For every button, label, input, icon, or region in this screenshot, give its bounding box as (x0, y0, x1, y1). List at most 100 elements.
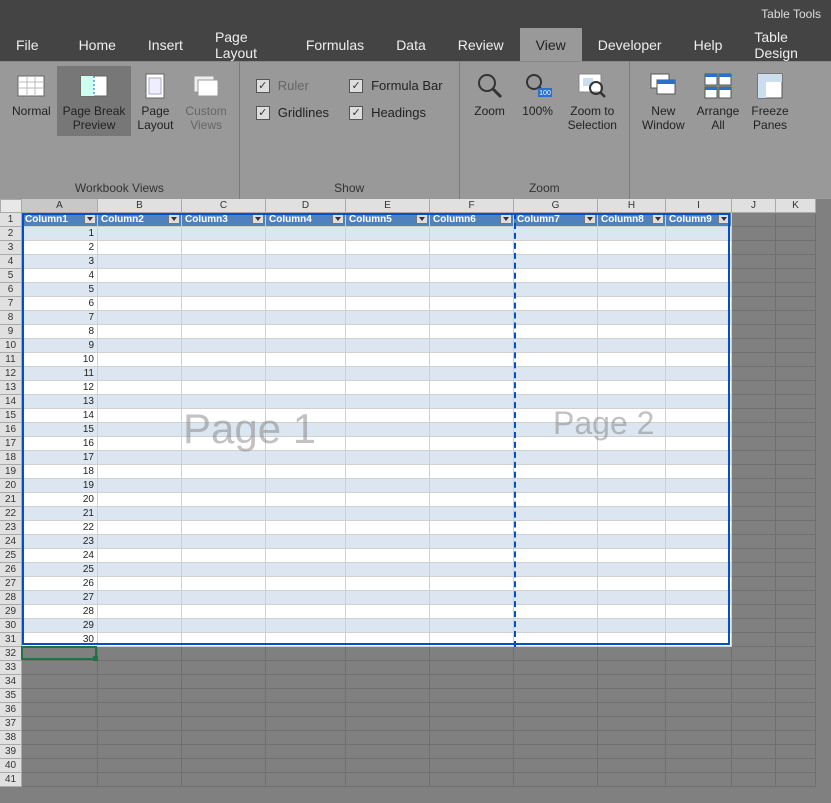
cell[interactable] (776, 423, 816, 437)
cell[interactable] (182, 675, 266, 689)
cell[interactable] (598, 255, 666, 269)
cell[interactable]: Column3 (182, 213, 266, 227)
cell[interactable]: 22 (22, 521, 98, 535)
new-window-button[interactable]: New Window (636, 66, 691, 136)
cell[interactable] (266, 325, 346, 339)
cell[interactable]: 12 (22, 381, 98, 395)
cell[interactable] (266, 521, 346, 535)
cell[interactable] (514, 535, 598, 549)
cell[interactable] (266, 633, 346, 647)
cell[interactable] (732, 437, 776, 451)
cell[interactable] (776, 647, 816, 661)
cell[interactable] (666, 437, 732, 451)
cell[interactable] (430, 549, 514, 563)
cell[interactable] (98, 479, 182, 493)
cell[interactable] (776, 703, 816, 717)
cell[interactable]: 3 (22, 255, 98, 269)
column-header[interactable]: D (266, 199, 346, 213)
cell[interactable] (776, 619, 816, 633)
cell[interactable] (666, 577, 732, 591)
cell[interactable] (98, 353, 182, 367)
cell[interactable]: Column6 (430, 213, 514, 227)
filter-dropdown-icon[interactable] (332, 214, 344, 224)
cell[interactable] (598, 549, 666, 563)
cell[interactable] (514, 283, 598, 297)
cell[interactable] (430, 773, 514, 787)
cell[interactable]: 11 (22, 367, 98, 381)
cell[interactable]: 9 (22, 339, 98, 353)
cell[interactable] (266, 619, 346, 633)
cell[interactable] (598, 339, 666, 353)
cell[interactable] (346, 703, 430, 717)
cell[interactable] (514, 577, 598, 591)
cell[interactable] (98, 759, 182, 773)
cell[interactable] (514, 591, 598, 605)
cell[interactable] (732, 465, 776, 479)
cell[interactable] (182, 339, 266, 353)
cell[interactable] (514, 745, 598, 759)
cell[interactable] (266, 395, 346, 409)
cell[interactable]: Column2 (98, 213, 182, 227)
cell[interactable] (346, 227, 430, 241)
menu-tab-formulas[interactable]: Formulas (290, 28, 380, 61)
filter-dropdown-icon[interactable] (718, 214, 730, 224)
cell[interactable] (666, 773, 732, 787)
cell[interactable] (182, 493, 266, 507)
cell[interactable]: 17 (22, 451, 98, 465)
cell[interactable] (732, 773, 776, 787)
cell[interactable] (430, 479, 514, 493)
cell[interactable] (514, 479, 598, 493)
cell[interactable] (98, 647, 182, 661)
cell[interactable] (266, 269, 346, 283)
cell[interactable] (346, 535, 430, 549)
cell[interactable] (182, 759, 266, 773)
cell[interactable] (732, 339, 776, 353)
cell[interactable] (98, 465, 182, 479)
cell[interactable] (732, 507, 776, 521)
cell[interactable] (776, 381, 816, 395)
cell[interactable] (346, 549, 430, 563)
row-header[interactable]: 20 (0, 479, 22, 493)
row-header[interactable]: 11 (0, 353, 22, 367)
cell[interactable] (666, 661, 732, 675)
row-header[interactable]: 17 (0, 437, 22, 451)
cell[interactable] (98, 395, 182, 409)
filter-dropdown-icon[interactable] (584, 214, 596, 224)
row-header[interactable]: 3 (0, 241, 22, 255)
cell[interactable] (666, 675, 732, 689)
cell[interactable] (430, 563, 514, 577)
cell[interactable] (266, 507, 346, 521)
cell[interactable] (598, 283, 666, 297)
cell[interactable] (598, 241, 666, 255)
cell[interactable] (514, 563, 598, 577)
row-header[interactable]: 35 (0, 689, 22, 703)
row-header[interactable]: 16 (0, 423, 22, 437)
row-header[interactable]: 24 (0, 535, 22, 549)
column-header[interactable]: I (666, 199, 732, 213)
cell[interactable] (514, 731, 598, 745)
cell[interactable] (666, 353, 732, 367)
cell[interactable]: 15 (22, 423, 98, 437)
cell[interactable] (776, 507, 816, 521)
cell[interactable] (98, 297, 182, 311)
cell[interactable] (514, 297, 598, 311)
cell[interactable] (98, 605, 182, 619)
row-header[interactable]: 30 (0, 619, 22, 633)
cell[interactable] (776, 409, 816, 423)
cell[interactable] (346, 451, 430, 465)
cell[interactable] (776, 745, 816, 759)
cell[interactable] (598, 745, 666, 759)
select-all-corner[interactable] (0, 199, 22, 213)
cell[interactable] (182, 437, 266, 451)
cell[interactable] (430, 255, 514, 269)
cell[interactable] (182, 297, 266, 311)
column-header[interactable]: B (98, 199, 182, 213)
cell[interactable] (598, 367, 666, 381)
menu-tab-review[interactable]: Review (442, 28, 520, 61)
cell[interactable] (514, 255, 598, 269)
cell[interactable] (666, 535, 732, 549)
cell[interactable] (430, 591, 514, 605)
cell[interactable] (182, 731, 266, 745)
cell[interactable] (22, 745, 98, 759)
cell[interactable] (666, 647, 732, 661)
